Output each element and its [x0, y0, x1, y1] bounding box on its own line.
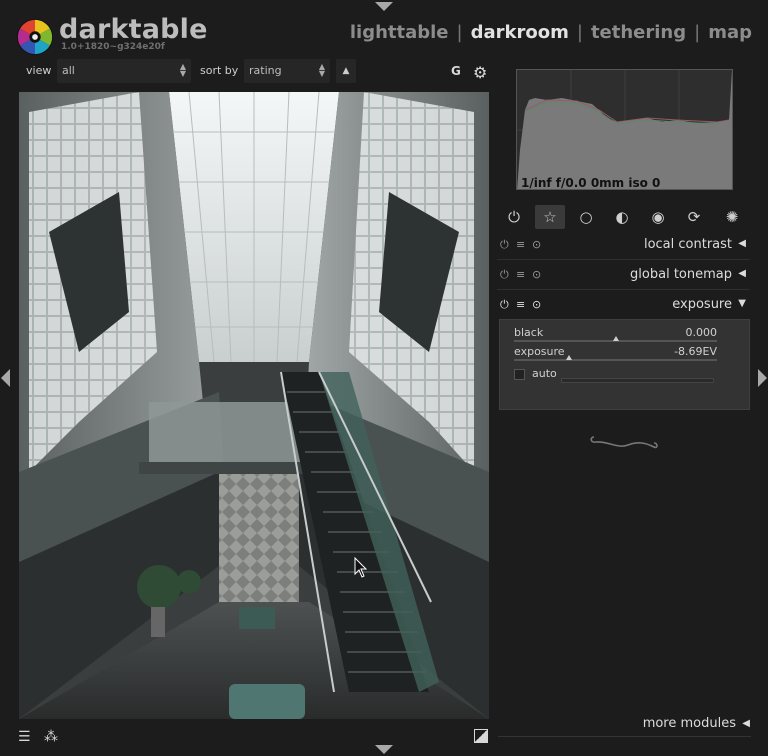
module-reset-icon[interactable]: ⊙ — [532, 238, 541, 251]
module-reset-icon[interactable]: ⊙ — [532, 298, 541, 311]
module-name: exposure — [672, 297, 732, 312]
view-filter-value: all — [62, 64, 75, 77]
bottom-panel-toggle-arrow[interactable] — [375, 745, 393, 754]
left-panel-toggle-arrow[interactable] — [1, 369, 10, 387]
view-map[interactable]: map — [708, 22, 752, 43]
sort-direction-button[interactable]: ▲ — [336, 59, 356, 83]
view-separator: | — [456, 22, 463, 43]
histogram[interactable] — [516, 69, 733, 190]
mouse-cursor-icon — [354, 557, 368, 578]
view-filter-select[interactable]: all ▲ ▼ — [57, 59, 191, 83]
image-canvas[interactable] — [19, 92, 489, 719]
updown-icon: ▲ ▼ — [318, 62, 325, 78]
module-presets-icon[interactable]: ≡ — [516, 238, 525, 251]
module-power-icon[interactable]: ⏻ — [500, 268, 509, 282]
module-local-contrast[interactable]: ⏻ ≡ ⊙ local contrast ◀ — [497, 234, 750, 258]
updown-icon: ▲ ▼ — [179, 62, 186, 78]
softproof-toggle-icon[interactable] — [474, 729, 488, 743]
triangle-up-icon: ▲ — [342, 66, 350, 76]
app-version: 1.0+1820~g324e20f — [61, 42, 165, 52]
auto-percentile-slider[interactable] — [561, 378, 714, 383]
gear-icon[interactable]: ⚙ — [473, 63, 487, 82]
black-slider-thumb[interactable] — [612, 336, 619, 341]
histogram-exif-info: 1/inf f/0.0 0mm iso 0 — [521, 176, 661, 190]
effect-icon[interactable]: ✺ — [717, 205, 747, 229]
panel-bottom-divider — [498, 736, 751, 737]
module-reset-icon[interactable]: ⊙ — [532, 268, 541, 281]
exposure-slider-label: exposure — [514, 345, 565, 358]
correct-icon[interactable]: ⟳ — [679, 205, 709, 229]
view-lighttable[interactable]: lighttable — [350, 22, 449, 43]
histogram-graph — [517, 70, 732, 189]
atrium-photo — [19, 92, 489, 719]
module-power-icon[interactable]: ⏻ — [500, 238, 509, 252]
menu-icon[interactable]: ☰ — [18, 729, 31, 745]
view-tethering[interactable]: tethering — [591, 22, 686, 43]
top-panel-toggle-arrow[interactable] — [375, 2, 393, 11]
view-switcher: lighttable | darkroom | tethering | map — [350, 22, 752, 43]
module-name: global tonemap — [630, 267, 732, 282]
module-divider — [497, 289, 750, 290]
module-presets-icon[interactable]: ≡ — [516, 268, 525, 281]
sort-by-select[interactable]: rating ▲ ▼ — [244, 59, 330, 83]
black-slider-value: 0.000 — [685, 326, 718, 339]
view-separator: | — [694, 22, 701, 43]
module-presets-icon[interactable]: ≡ — [516, 298, 525, 311]
black-slider-label: black — [514, 326, 544, 339]
exposure-slider[interactable] — [514, 359, 717, 361]
sort-by-value: rating — [249, 64, 282, 77]
power-icon[interactable]: ⏻ — [499, 205, 529, 229]
color-assessment-icon[interactable]: ⁂ — [44, 729, 58, 745]
module-power-icon[interactable]: ⏻ — [500, 298, 509, 312]
auto-label: auto — [532, 367, 557, 380]
app-name: darktable — [59, 14, 208, 45]
more-modules-label[interactable]: more modules — [643, 716, 736, 731]
module-global-tonemap[interactable]: ⏻ ≡ ⊙ global tonemap ◀ — [497, 264, 750, 288]
module-divider — [497, 259, 750, 260]
tone-circle-icon[interactable]: ◐ — [607, 205, 637, 229]
exposure-slider-value: -8.69EV — [674, 345, 717, 358]
view-filter-label: view — [26, 64, 52, 77]
exposure-slider-thumb[interactable] — [565, 355, 572, 360]
grouping-button[interactable]: G — [451, 64, 461, 78]
star-icon[interactable]: ☆ — [535, 205, 565, 229]
color-circle-icon[interactable]: ◉ — [643, 205, 673, 229]
sort-by-label: sort by — [200, 64, 239, 77]
module-end-decoration-icon — [590, 436, 658, 449]
module-exposure[interactable]: ⏻ ≡ ⊙ exposure ▼ — [497, 294, 750, 318]
triangle-down-icon: ▼ — [738, 298, 746, 309]
darktable-logo-icon — [16, 18, 54, 56]
right-panel-toggle-arrow[interactable] — [758, 369, 767, 387]
view-darkroom[interactable]: darkroom — [471, 22, 569, 43]
circle-icon[interactable]: ○ — [571, 205, 601, 229]
view-separator: | — [576, 22, 583, 43]
triangle-left-icon: ◀ — [738, 268, 746, 279]
module-name: local contrast — [643, 237, 732, 252]
auto-checkbox[interactable] — [514, 369, 525, 380]
triangle-left-icon: ◀ — [742, 718, 750, 729]
triangle-left-icon: ◀ — [738, 238, 746, 249]
